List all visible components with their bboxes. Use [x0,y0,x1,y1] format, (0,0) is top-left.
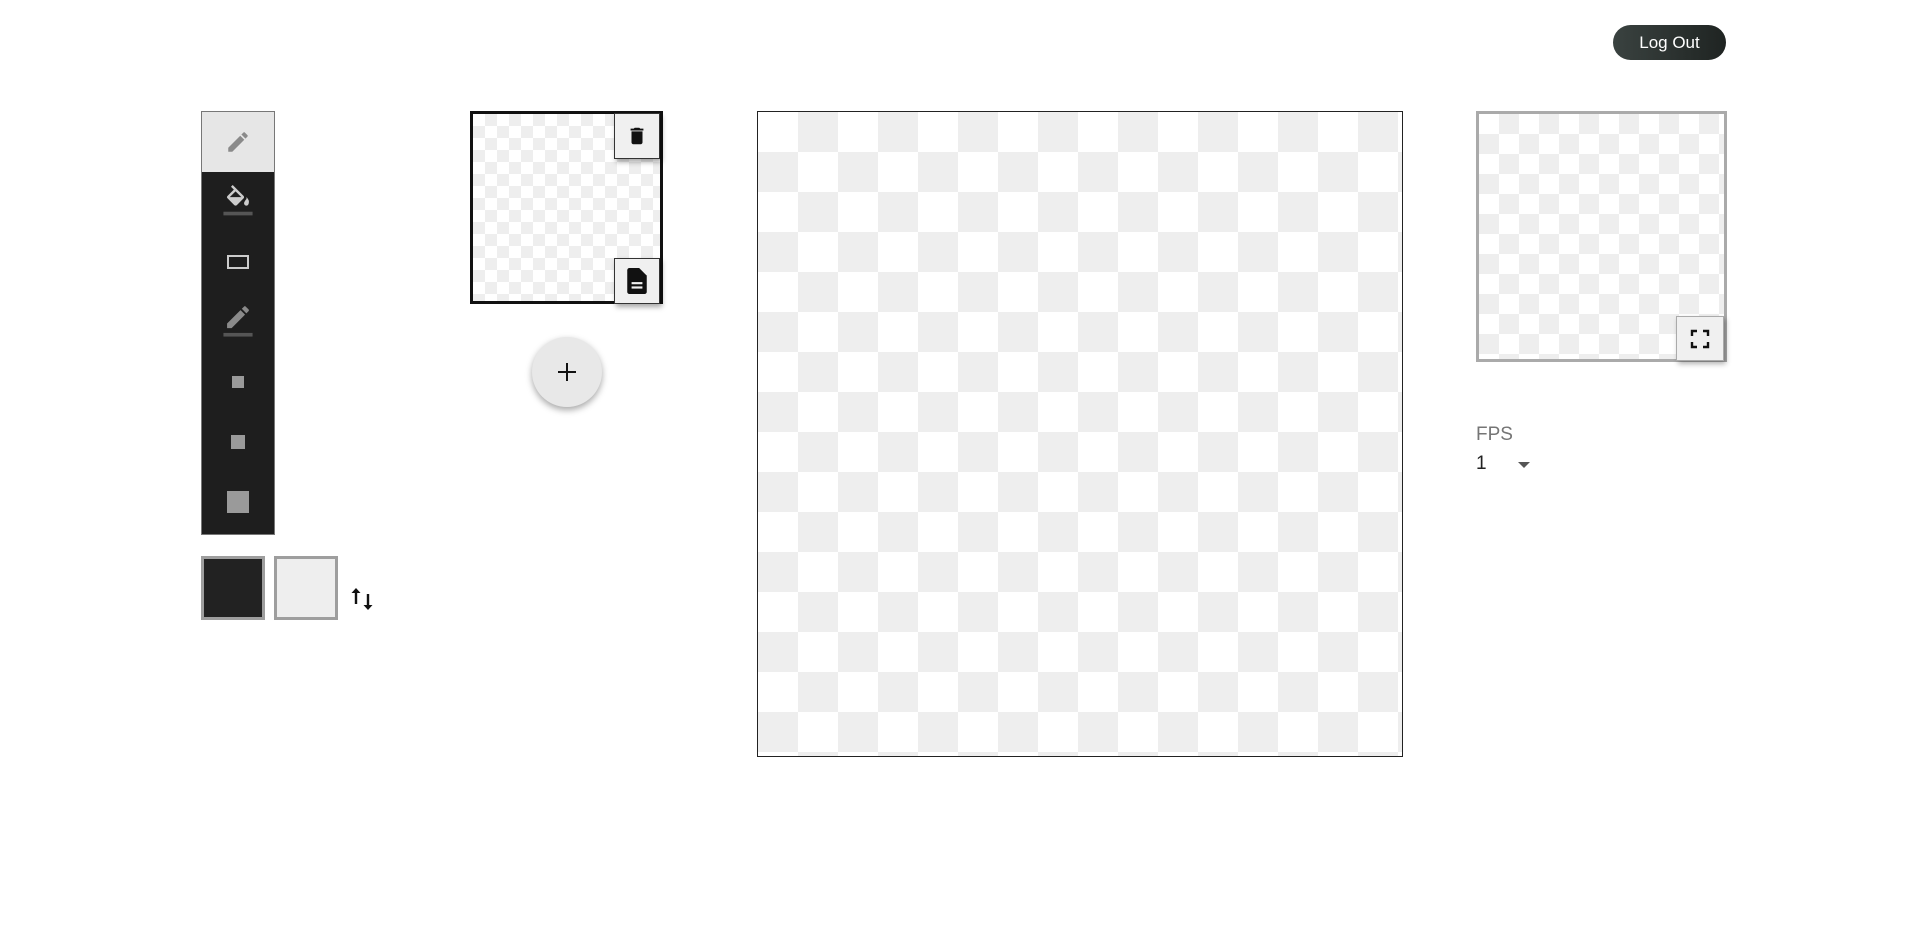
line-tool[interactable] [202,292,274,352]
tool-palette [201,111,275,535]
fill-tool[interactable] [202,172,274,232]
brush-medium-tool[interactable] [202,412,274,472]
primary-color-swatch[interactable] [201,556,265,620]
file-document-icon [627,268,647,294]
brush-large-tool[interactable] [202,472,274,532]
logout-button[interactable]: Log Out [1613,25,1726,60]
frame-thumbnail[interactable] [470,111,663,304]
square-small-icon [232,376,244,388]
trash-icon [630,127,644,145]
secondary-color-swatch[interactable] [274,556,338,620]
pencil-icon [228,132,248,152]
plus-icon [558,363,576,381]
rectangle-icon [227,255,249,269]
animation-preview [1476,111,1727,362]
chevron-down-icon [1518,462,1530,468]
square-large-icon [227,491,249,513]
duplicate-frame-button[interactable] [614,258,660,304]
add-frame-button[interactable] [532,337,602,407]
line-pen-icon [223,306,253,337]
fps-select[interactable]: 1 [1476,451,1536,477]
brush-small-tool[interactable] [202,352,274,412]
pencil-tool[interactable] [202,112,274,172]
drawing-canvas[interactable] [757,111,1403,757]
rectangle-tool[interactable] [202,232,274,292]
fps-label: FPS [1476,424,1513,445]
paint-bucket-icon [223,185,253,216]
swap-vertical-icon [351,588,373,610]
fullscreen-icon [1690,329,1710,348]
square-medium-icon [231,435,245,449]
fps-value: 1 [1476,453,1487,474]
delete-frame-button[interactable] [614,113,660,159]
fullscreen-button[interactable] [1676,316,1724,361]
swap-colors-button[interactable] [350,586,374,612]
